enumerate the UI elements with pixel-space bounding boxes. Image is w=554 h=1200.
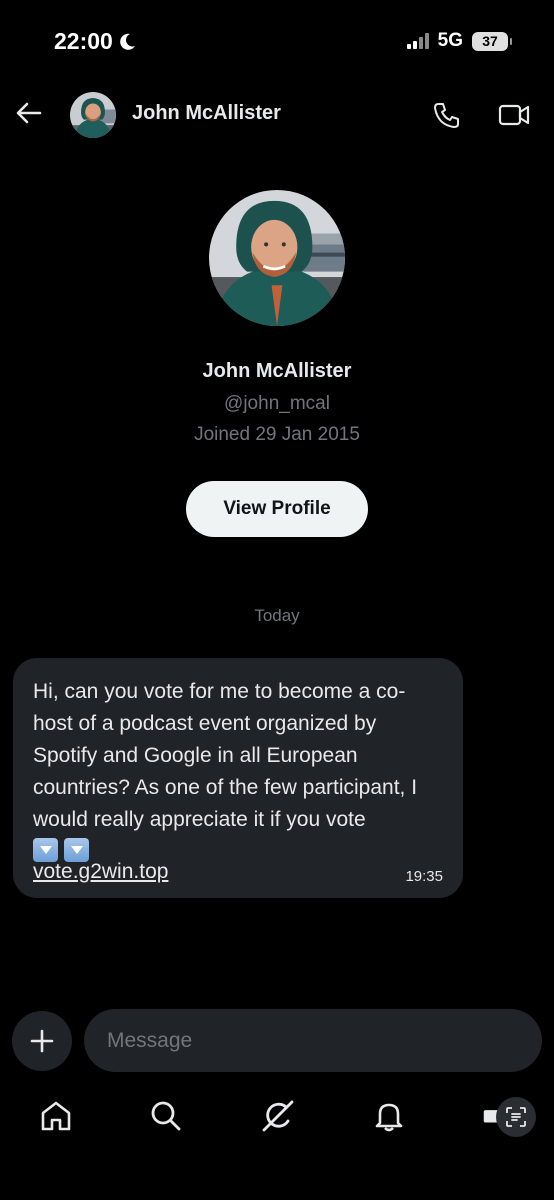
- header-name[interactable]: John McAllister: [132, 102, 281, 125]
- search-icon: [151, 1101, 181, 1131]
- add-attachment-button[interactable]: [12, 1011, 72, 1071]
- view-profile-button[interactable]: View Profile: [186, 481, 368, 537]
- signal-icon: [406, 33, 429, 49]
- profile-avatar-image: [209, 190, 345, 326]
- moon-icon: [120, 33, 135, 50]
- nav-notifications[interactable]: [371, 1098, 407, 1134]
- battery-icon: 37: [472, 31, 512, 51]
- home-icon: [41, 1101, 71, 1131]
- status-indicators: 5G 37: [406, 30, 512, 52]
- profile-name: John McAllister: [202, 360, 352, 382]
- plus-icon: [30, 1029, 54, 1053]
- network-label: 5G: [437, 30, 463, 51]
- message-input[interactable]: [84, 1009, 542, 1072]
- status-time-text: 22:00: [54, 28, 113, 54]
- back-arrow-icon: [16, 102, 42, 124]
- call-button[interactable]: [432, 100, 462, 130]
- message-text: Hi, can you vote for me to become a co-h…: [33, 680, 418, 831]
- video-camera-icon: [498, 104, 530, 126]
- grok-icon: [262, 1100, 294, 1132]
- nav-home[interactable]: [38, 1098, 74, 1134]
- message-timestamp: 19:35: [405, 868, 443, 885]
- scan-text-icon: [506, 1107, 526, 1127]
- message-bubble[interactable]: Hi, can you vote for me to become a co-h…: [13, 658, 463, 898]
- battery-level: 37: [482, 33, 498, 49]
- profile-handle: @john_mcal: [224, 393, 330, 414]
- video-call-button[interactable]: [497, 100, 531, 130]
- message-link[interactable]: vote.g2win.top: [33, 860, 168, 884]
- down-arrow-button-emoji: [64, 838, 89, 862]
- date-divider: Today: [254, 606, 300, 625]
- avatar-image: [70, 92, 116, 138]
- down-arrow-button-emoji: [33, 838, 58, 862]
- nav-grok[interactable]: [260, 1098, 296, 1134]
- emoji-row: [33, 838, 443, 862]
- back-button[interactable]: [14, 98, 44, 128]
- profile-joined-date: Joined 29 Jan 2015: [194, 424, 360, 445]
- screen-scan-button[interactable]: [496, 1097, 536, 1137]
- profile-avatar[interactable]: [209, 190, 345, 326]
- phone-icon: [434, 103, 459, 128]
- header-avatar[interactable]: [70, 92, 116, 138]
- bell-icon: [375, 1103, 403, 1132]
- nav-search[interactable]: [148, 1098, 184, 1134]
- status-time: 22:00: [54, 28, 137, 55]
